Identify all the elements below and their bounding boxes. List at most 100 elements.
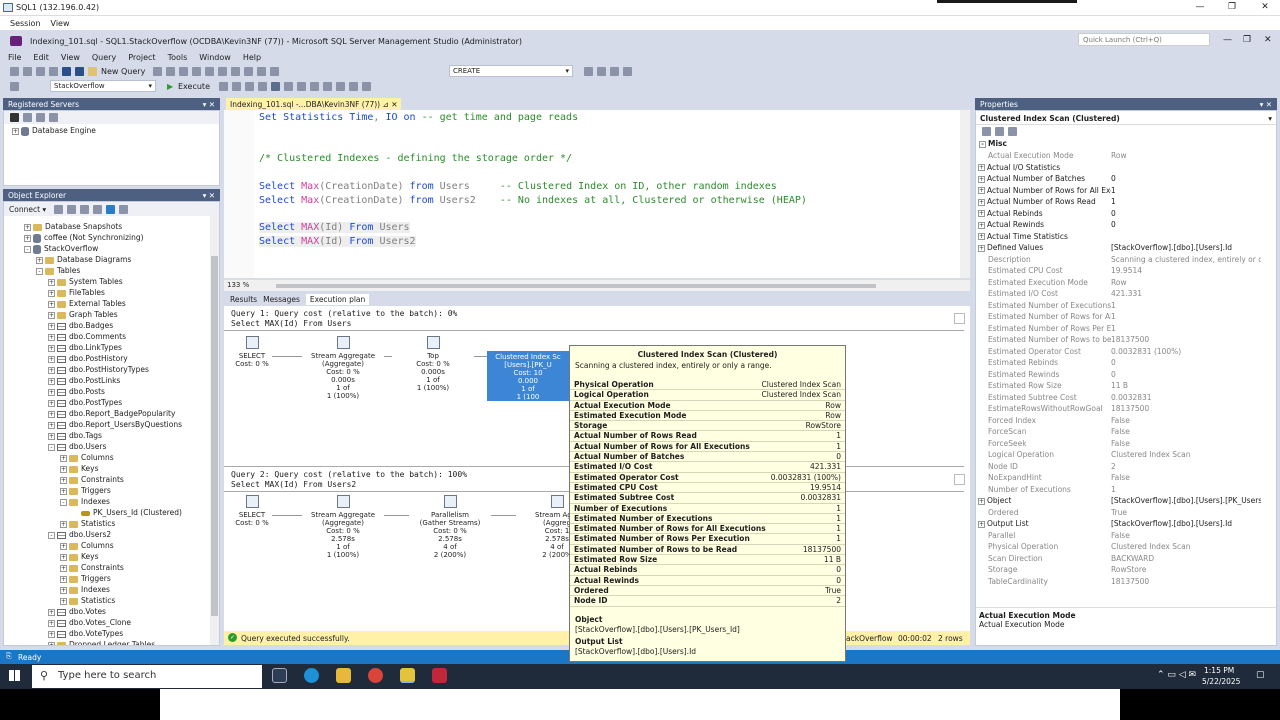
expand-icon[interactable]: + <box>60 465 67 473</box>
filter-icon[interactable] <box>36 113 45 122</box>
collapse-icon[interactable]: - <box>36 267 43 275</box>
property-pages-icon[interactable] <box>1008 127 1017 136</box>
dmx-icon[interactable] <box>166 67 176 76</box>
system-tray-icons[interactable]: ⌃ ▭ ◁ ✉ <box>1157 670 1196 680</box>
property-row[interactable]: Estimated Number of Rows Per Execu1 <box>976 323 1276 335</box>
expand-icon[interactable]: + <box>48 311 55 319</box>
tree-item[interactable]: + dbo.Report_BadgePopularity <box>4 408 219 419</box>
mdx-icon[interactable] <box>153 67 163 76</box>
save-icon[interactable] <box>62 67 71 76</box>
alphabetical-icon[interactable] <box>995 127 1004 136</box>
collapse-icon[interactable]: - <box>48 443 55 451</box>
property-row[interactable]: TableCardinality 18137500 <box>976 576 1276 588</box>
properties-object-combo[interactable]: Clustered Index Scan (Clustered) ▾ <box>976 111 1276 125</box>
plan-node[interactable]: Top Cost: 0 % 0.000s 1 of 1 (100%) <box>392 336 474 392</box>
tree-item[interactable]: + Columns <box>4 452 219 463</box>
expand-icon[interactable]: + <box>48 366 55 374</box>
expand-icon[interactable]: + <box>48 410 55 418</box>
expand-icon[interactable]: + <box>48 630 55 638</box>
window-icon[interactable] <box>623 67 632 76</box>
menu-project[interactable]: Project <box>128 53 155 62</box>
property-row[interactable]: Physical Operation Clustered Index Scan <box>976 541 1276 553</box>
expand-icon[interactable]: + <box>48 619 55 627</box>
property-row[interactable]: Logical Operation Clustered Index Scan <box>976 449 1276 461</box>
property-row[interactable]: ForceScan False <box>976 426 1276 438</box>
tree-item[interactable]: + dbo.Comments <box>4 331 219 342</box>
expand-icon[interactable]: + <box>978 175 985 183</box>
tree-item[interactable]: + Keys <box>4 551 219 562</box>
property-row[interactable]: Description Scanning a clustered index, e… <box>976 254 1276 266</box>
horizontal-scrollbar[interactable] <box>276 284 876 288</box>
tree-item[interactable]: + Database Diagrams <box>4 254 219 265</box>
expand-icon[interactable]: + <box>48 432 55 440</box>
tree-item[interactable]: + dbo.PostHistory <box>4 353 219 364</box>
expand-icon[interactable]: + <box>48 300 55 308</box>
menu-view[interactable]: View <box>61 53 80 62</box>
windows-start-icon[interactable] <box>9 670 20 681</box>
expand-icon[interactable]: + <box>978 233 985 240</box>
results-text-icon[interactable] <box>284 82 293 91</box>
tree-item[interactable]: + dbo.Posts <box>4 386 219 397</box>
indent-icon[interactable] <box>349 82 358 91</box>
refresh-icon[interactable] <box>106 204 116 214</box>
tree-item[interactable]: + dbo.Report_UsersByQuestions <box>4 419 219 430</box>
property-row[interactable]: + Actual I/O Statistics <box>976 162 1276 174</box>
expand-icon[interactable]: + <box>60 542 67 550</box>
expand-icon[interactable]: + <box>978 221 985 229</box>
menu-tools[interactable]: Tools <box>168 53 188 62</box>
tree-item[interactable]: - dbo.Users <box>4 441 219 452</box>
comment-icon[interactable] <box>323 82 332 91</box>
query-designer-icon[interactable] <box>258 82 267 91</box>
ssms-close-button[interactable]: ✕ <box>1264 35 1272 45</box>
expand-icon[interactable]: + <box>48 608 55 616</box>
property-row[interactable]: + Actual Time Statistics <box>976 231 1276 243</box>
property-row[interactable]: + Output List [StackOverflow].[dbo].[Users… <box>976 518 1276 530</box>
plan-node[interactable]: Parallelism (Gather Streams) Cost: 0 % 2.57… <box>409 495 491 559</box>
object-explorer-scrollbar[interactable] <box>210 216 219 645</box>
close-icon[interactable]: ▾ ✕ <box>203 100 215 109</box>
refresh-icon[interactable] <box>23 113 32 122</box>
expand-icon[interactable]: + <box>48 355 55 363</box>
expand-icon[interactable]: + <box>48 278 55 286</box>
expand-icon[interactable]: + <box>60 553 67 561</box>
outdent-icon[interactable] <box>362 82 371 91</box>
tree-item[interactable]: + dbo.Votes <box>4 606 219 617</box>
new-query-icon[interactable] <box>88 67 97 76</box>
tree-item[interactable]: PK_Users_Id (Clustered) <box>4 507 219 518</box>
expand-icon[interactable]: + <box>60 476 67 484</box>
collapse-icon[interactable]: - <box>60 498 67 506</box>
properties-icon[interactable] <box>597 67 606 76</box>
query-editor[interactable]: Set Statistics Time, IO on -- get time a… <box>224 110 970 278</box>
server-type-icon[interactable] <box>10 113 19 122</box>
tree-item[interactable]: + coffee (Not Synchronizing) <box>4 232 219 243</box>
property-row[interactable]: Estimated Subtree Cost 0.0032831 <box>976 392 1276 404</box>
tree-item[interactable]: + Graph Tables <box>4 309 219 320</box>
property-row[interactable]: Estimated Row Size 11 B <box>976 380 1276 392</box>
plan-node[interactable]: Clustered Index Sc [Users].[PK_U Cost: 10 0… <box>487 351 569 401</box>
close-icon[interactable]: ▾ ✕ <box>203 191 215 200</box>
taskbar-time[interactable]: 1:15 PM <box>1204 666 1234 675</box>
tree-item[interactable]: - Tables <box>4 265 219 276</box>
tree-item[interactable]: + Statistics <box>4 518 219 529</box>
property-row[interactable]: ForceSeek False <box>976 438 1276 450</box>
collapse-icon[interactable]: - <box>48 531 55 539</box>
tab-execution-plan[interactable]: Execution plan <box>305 294 370 305</box>
property-row[interactable]: EstimateRowsWithoutRowGoal 18137500 <box>976 403 1276 415</box>
paste-icon[interactable] <box>231 67 241 76</box>
expand-icon[interactable]: + <box>60 586 67 594</box>
notification-icon[interactable]: ▢ <box>1256 670 1265 680</box>
pin-icon[interactable]: ⊿ <box>383 100 389 109</box>
app-taskbar-icon[interactable] <box>432 668 447 683</box>
tree-item[interactable]: + dbo.Votes_Clone <box>4 617 219 628</box>
tree-item[interactable]: + Columns <box>4 540 219 551</box>
minimize-button[interactable]: — <box>1185 2 1215 12</box>
find-combo[interactable]: CREATE ▾ <box>449 65 573 77</box>
property-row[interactable]: + Actual Number of Batches 0 <box>976 173 1276 185</box>
expand-icon[interactable]: + <box>978 187 985 194</box>
expand-icon[interactable]: + <box>48 399 55 407</box>
activity-monitor-icon[interactable] <box>119 204 129 214</box>
ssms-minimize-button[interactable]: — <box>1223 35 1232 45</box>
filter-icon[interactable] <box>93 204 103 214</box>
tree-item[interactable]: + FileTables <box>4 287 219 298</box>
expand-icon[interactable]: + <box>978 164 985 171</box>
